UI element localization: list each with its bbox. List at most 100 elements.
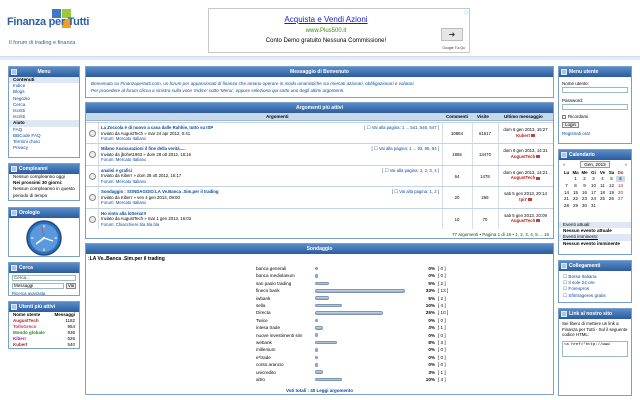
calendar-day[interactable]: 12: [607, 182, 616, 189]
link-item[interactable]: ☐ Sfintrageres gratis: [559, 293, 631, 299]
calendar-day[interactable]: 27: [616, 195, 625, 202]
topic-row[interactable]: Sondaggio : SONDAGGIO:LA Ve.Banca .Sim.p…: [86, 186, 553, 208]
topic-last-user[interactable]: Kubert: [498, 133, 553, 139]
last-post-icon[interactable]: [527, 198, 532, 202]
poll-bar: [315, 288, 405, 293]
topic-replies: 1865: [452, 152, 462, 158]
menu-item-privacy[interactable]: Privacy: [9, 145, 79, 151]
last-post-icon[interactable]: [536, 176, 541, 180]
calendar-day[interactable]: 2: [580, 176, 589, 183]
calendar-day[interactable]: 8: [571, 182, 580, 189]
calendar-day[interactable]: 4: [598, 176, 607, 183]
poll-option-votes: [ 0 ]: [438, 354, 446, 360]
poll-bar: [315, 340, 337, 345]
advanced-search-link[interactable]: Ricerca avanzata: [12, 291, 45, 296]
topic-forum[interactable]: Forum: Mercato Italiano: [101, 157, 146, 163]
calendar-day[interactable]: 10: [589, 182, 598, 189]
calendar-day[interactable]: 26: [607, 195, 616, 202]
poll-option-percent: 0%: [428, 362, 435, 368]
calendar-day[interactable]: 7: [562, 182, 571, 189]
top-user-name[interactable]: AugustTech: [13, 318, 39, 323]
search-type-select[interactable]: Messaggi: [12, 283, 64, 289]
top-user-name[interactable]: Kubert: [13, 342, 28, 347]
topic-last-user[interactable]: AugustTech: [498, 218, 553, 224]
poll-total-votes[interactable]: Voti totali : 40 Leggi argomento: [86, 388, 553, 393]
calendar-day[interactable]: 11: [598, 182, 607, 189]
poll-option-row: nuove investimenti sim 0%[ 0 ]: [86, 332, 553, 339]
calendar-next[interactable]: »: [624, 160, 627, 169]
top-user-name[interactable]: TolloGreco: [13, 324, 36, 329]
topic-forum[interactable]: Forum: Mercato Italiano: [101, 179, 146, 185]
calendar-day: [616, 202, 625, 209]
topics-pagination[interactable]: 77 argomenti • Pagina 1 di 16 • 1, 2, 3,…: [452, 232, 549, 237]
calendar-day[interactable]: 6: [616, 175, 625, 183]
search-go-button[interactable]: Vai: [66, 283, 76, 289]
ad-banner[interactable]: ⓘ Acquista e Vendi Azioni www.Plus500.it…: [208, 8, 470, 53]
calendar-day[interactable]: 1: [571, 176, 580, 183]
ad-url[interactable]: www.Plus500.it: [209, 28, 443, 34]
topic-pages[interactable]: [ ☐ Vai alla pagina: 1 ... 93, 95, 94 ]: [371, 146, 439, 152]
topic-row[interactable]: Milano Assicurazioni il fine della verit…: [86, 143, 553, 165]
top-user-name[interactable]: Kiberr: [13, 336, 26, 341]
ad-arrow-button[interactable]: ➔: [441, 28, 463, 41]
menu-box: Menu Contenuti Indice Blogs Negozio Cerc…: [8, 66, 80, 158]
login-button[interactable]: Login: [562, 122, 580, 128]
link-us-code-textarea[interactable]: <a href="http://www: [562, 340, 628, 357]
welcome-text: Benvenuto su Finanzapertutti.com, un for…: [86, 77, 553, 94]
site-logo-title[interactable]: Finanza per Tutti: [7, 16, 89, 28]
poll-option-label: intesa trade: [256, 325, 281, 331]
search-input[interactable]: Cerca...: [12, 275, 76, 281]
calendar-day[interactable]: 14: [562, 189, 571, 196]
topic-forum[interactable]: Forum: Mercato Italiano: [101, 136, 146, 142]
topic-pages[interactable]: [ ☐ Vai alla pagina: 1, 2 ]: [392, 189, 439, 195]
last-post-icon[interactable]: [530, 133, 535, 137]
topic-status-icon: [89, 215, 96, 223]
calendar-day[interactable]: 13: [616, 182, 625, 189]
calendar-day[interactable]: 3: [589, 176, 598, 183]
topic-last-user[interactable]: AugustTech: [498, 175, 553, 181]
top-user-name[interactable]: Mondo globale: [13, 330, 45, 335]
last-post-icon[interactable]: [536, 219, 541, 223]
last-post-icon[interactable]: [536, 155, 541, 159]
ad-info-icon[interactable]: ⓘ: [464, 10, 468, 16]
poll-option-percent: 33%: [425, 288, 435, 294]
register-link[interactable]: Registrati ora!: [562, 131, 590, 136]
topic-last-user[interactable]: AugustTech: [498, 154, 553, 160]
calendar-day[interactable]: 20: [616, 189, 625, 196]
calendar-day[interactable]: 28: [562, 202, 571, 209]
calendar-day[interactable]: 25: [598, 195, 607, 202]
calendar-day[interactable]: 19: [607, 189, 616, 196]
calendar-day[interactable]: 31: [589, 202, 598, 209]
poll-option-votes: [ 4 ]: [438, 303, 446, 308]
calendar-day[interactable]: 9: [580, 182, 589, 189]
calendar-day[interactable]: 21: [562, 195, 571, 202]
calendar-prev[interactable]: «: [563, 160, 566, 169]
topic-pages[interactable]: [ ☐ Vai alla pagina: 1 ... 541, 546, 547…: [364, 125, 439, 131]
poll-box: Sondaggio :LA Ve..Banca .Sim.per il trad…: [85, 243, 554, 395]
calendar-day[interactable]: 16: [580, 189, 589, 196]
password-input[interactable]: [562, 104, 628, 110]
topic-row[interactable]: Ho vinto alla lotteria!!! Inviato da Augu…: [86, 207, 553, 229]
calendar-day[interactable]: 17: [589, 189, 598, 196]
poll-option-row: altro 10%[ 4 ]: [86, 376, 553, 383]
calendar-day[interactable]: 23: [580, 195, 589, 202]
calendar-day[interactable]: 5: [607, 176, 616, 183]
poll-option-label: sella: [256, 303, 266, 308]
calendar-day[interactable]: 15: [571, 189, 580, 196]
topic-row[interactable]: analisi e grafici Inviato da Kiberr » dom…: [86, 164, 553, 187]
poll-option-votes: [ 0 ]: [438, 317, 446, 323]
topic-forum[interactable]: Forum: Chiacchiere bla bla bla: [101, 222, 159, 228]
topic-forum[interactable]: Forum: Mercato Italiano: [101, 200, 146, 206]
calendar-day[interactable]: 29: [571, 202, 580, 209]
calendar-day[interactable]: 18: [598, 189, 607, 196]
calendar-day[interactable]: 24: [589, 195, 598, 202]
calendar-day[interactable]: 30: [580, 202, 589, 209]
topic-status-icon: [89, 172, 96, 180]
calendar-day[interactable]: 22: [571, 195, 580, 202]
ad-title-link[interactable]: Acquista e Vendi Azioni: [209, 15, 443, 24]
remember-checkbox[interactable]: [562, 115, 566, 119]
topic-last-user[interactable]: tpi7: [498, 197, 553, 203]
username-input[interactable]: [562, 87, 628, 93]
topic-pages[interactable]: [ ☐ Vai alla pagina: 1, 2, 3, 4 ]: [382, 168, 439, 174]
topic-row[interactable]: La Zoccola è di nuovo a casa dalle Rahhi…: [86, 122, 553, 144]
